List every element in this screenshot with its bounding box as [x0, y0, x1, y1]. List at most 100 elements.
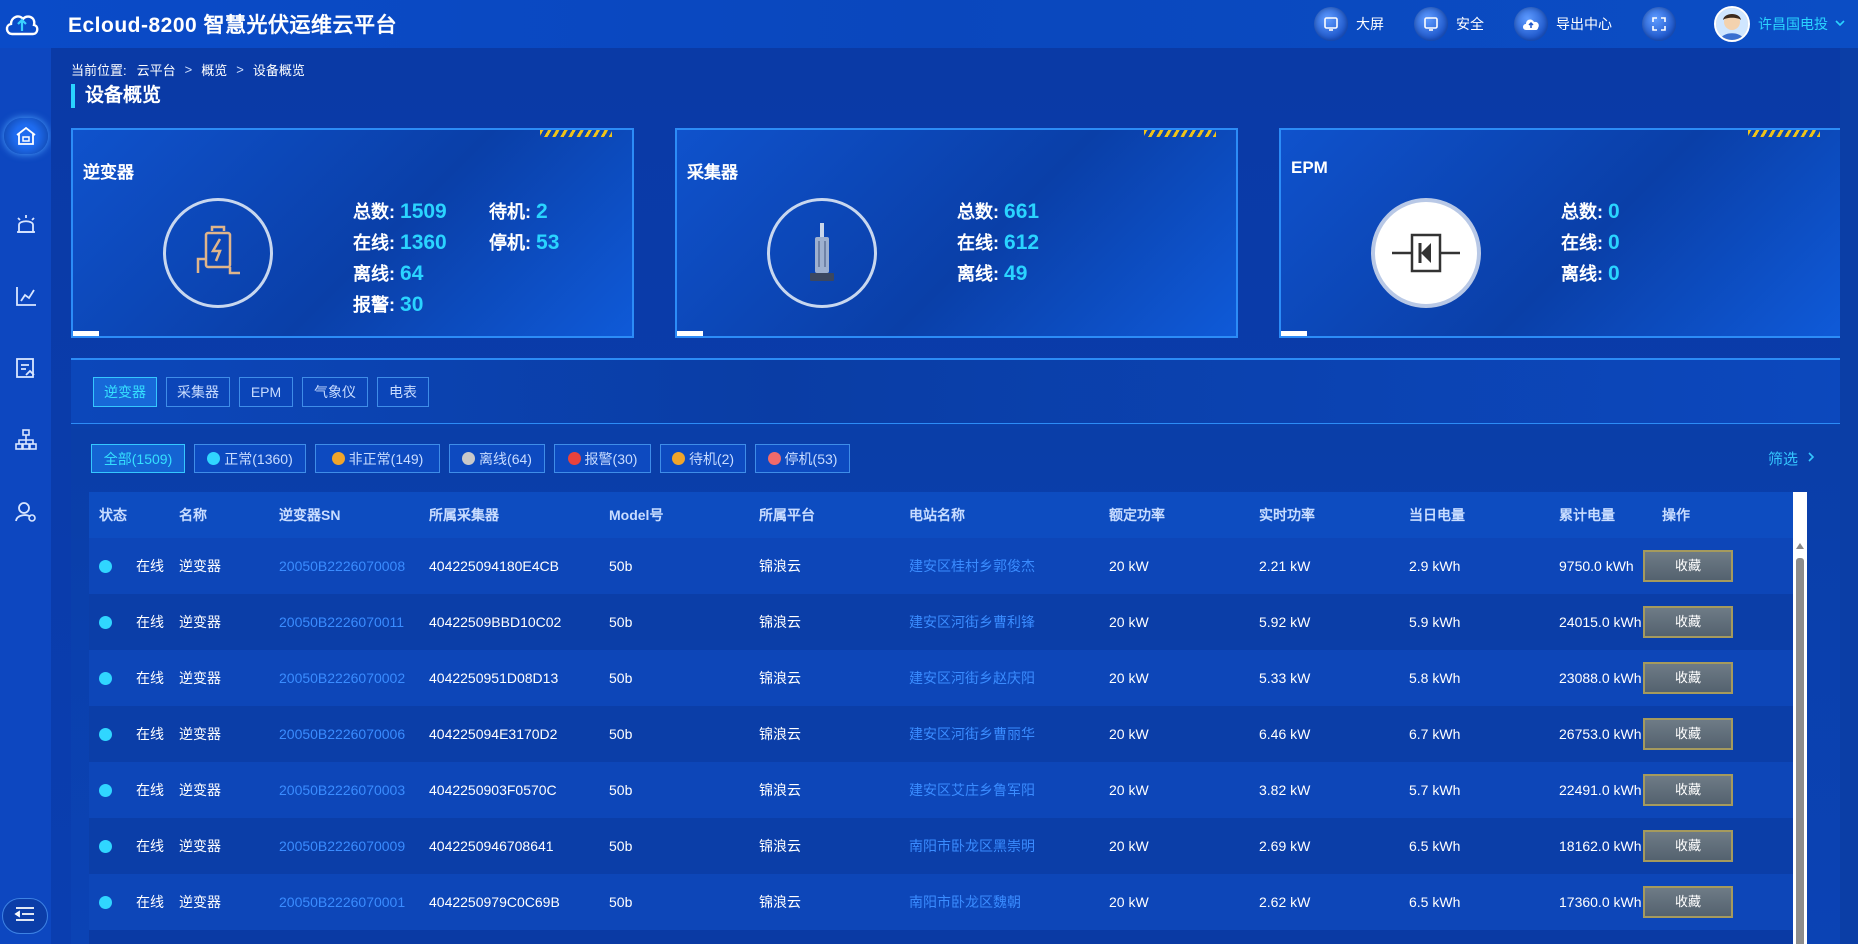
cell-name: 逆变器 [179, 894, 221, 910]
filter-normal[interactable]: 正常(1360) [194, 444, 306, 473]
cell-rated-power: 20 kW [1109, 782, 1149, 798]
cell-station[interactable]: 建安区河街乡赵庆阳 [909, 650, 1035, 706]
tab-weather-station[interactable]: 气象仪 [302, 377, 368, 407]
status-dot [671, 452, 685, 465]
favorite-button[interactable]: 收藏 [1643, 774, 1733, 806]
favorite-button[interactable]: 收藏 [1643, 718, 1733, 750]
cell-sn[interactable]: 20050B2226070008 [279, 538, 405, 594]
fullscreen-button[interactable] [1642, 7, 1684, 41]
breadcrumb-item-overview[interactable]: 概览 [201, 60, 227, 79]
cloud-logo-icon [0, 0, 44, 48]
cell-daily-energy: 2.9 kWh [1409, 558, 1461, 574]
cell-name: 逆变器 [179, 614, 221, 630]
cell-platform: 锦浪云 [759, 670, 801, 686]
cell-sn[interactable]: 20050B2226070001 [279, 874, 405, 930]
bigscreen-button[interactable]: 大屏 [1314, 7, 1384, 41]
cell-realtime-power: 2.21 kW [1259, 558, 1311, 574]
cell-realtime-power: 3.82 kW [1259, 782, 1311, 798]
sidebar [0, 48, 51, 944]
cell-station[interactable]: 建安区艾庄乡鲁军阳 [909, 762, 1035, 818]
bigscreen-label: 大屏 [1356, 16, 1384, 32]
scrollbar-thumb[interactable] [1796, 558, 1804, 944]
th-action: 操作 [1662, 507, 1690, 523]
cell-station[interactable]: 建安区桂村乡郭俊杰 [909, 538, 1035, 594]
breadcrumb-separator: > [184, 62, 193, 77]
cell-daily-energy: 6.5 kWh [1409, 838, 1461, 854]
sidebar-item-analysis[interactable] [0, 278, 51, 318]
sidebar-item-user[interactable] [0, 494, 51, 534]
tab-epm[interactable]: EPM [239, 377, 293, 407]
filter-standby[interactable]: 待机(2) [660, 444, 746, 473]
sidebar-collapse-button[interactable] [2, 898, 48, 934]
cell-station[interactable]: 南阳市卧龙区魏朝 [909, 874, 1021, 930]
cell-sn[interactable]: 20050B2226070006 [279, 706, 405, 762]
filter-all[interactable]: 全部(1509) [91, 444, 185, 473]
table-scrollbar[interactable] [1793, 492, 1807, 944]
cell-station[interactable]: 南阳市卧龙区黑崇明 [909, 818, 1035, 874]
stat-label: 待机: [489, 202, 531, 222]
security-button[interactable]: 安全 [1414, 7, 1484, 41]
filter-alarm[interactable]: 报警(30) [554, 444, 651, 473]
th-rated-power: 额定功率 [1109, 507, 1165, 523]
stat-label: 停机: [489, 233, 531, 253]
favorite-button[interactable]: 收藏 [1643, 886, 1733, 918]
tab-collector[interactable]: 采集器 [166, 377, 230, 407]
cell-collector: 404225094E3170D2 [429, 726, 558, 742]
cell-daily-energy: 5.8 kWh [1409, 670, 1461, 686]
card-title: EPM [1291, 158, 1328, 177]
cell-sn[interactable]: 20050B2226070002 [279, 650, 405, 706]
user-menu[interactable]: 许昌国电投 [1714, 6, 1846, 42]
sidebar-item-organization[interactable] [0, 422, 51, 462]
cell-model: 50b [609, 614, 633, 630]
table-row: 在线 逆变器 20050B2226070009 4042250946708641 50b… [89, 818, 1807, 874]
tab-meter[interactable]: 电表 [377, 377, 429, 407]
cell-station[interactable]: 建安区河街乡曹丽华 [909, 706, 1035, 762]
sidebar-item-home[interactable] [0, 116, 51, 156]
tab-inverter[interactable]: 逆变器 [93, 377, 157, 407]
stat-value: 49 [1004, 262, 1028, 285]
filter-label: 全部(1509) [103, 450, 173, 467]
cell-sn[interactable]: 20050B2226070009 [279, 818, 405, 874]
card-title: 采集器 [687, 163, 738, 182]
filter-stopped[interactable]: 停机(53) [755, 444, 850, 473]
th-status: 状态 [99, 507, 127, 523]
stat-online: 在线: 612 [957, 229, 1039, 255]
sidebar-item-alarm[interactable] [0, 206, 51, 246]
filter-abnormal[interactable]: 非正常(149) [315, 444, 440, 473]
screen-button[interactable]: 筛选 [1768, 448, 1816, 469]
collector-icon [767, 198, 877, 308]
cell-sn[interactable]: 20050B2226070003 [279, 762, 405, 818]
stat-offline: 离线: 0 [1561, 260, 1620, 286]
favorite-button[interactable]: 收藏 [1643, 830, 1733, 862]
cell-rated-power: 20 kW [1109, 614, 1149, 630]
cell-sn[interactable]: 20050B2226070011 [279, 594, 404, 650]
stat-standby: 待机: 2 [489, 198, 548, 224]
cell-daily-energy: 5.7 kWh [1409, 782, 1461, 798]
favorite-button[interactable]: 收藏 [1643, 662, 1733, 694]
cell-model: 50b [609, 726, 633, 742]
stat-label: 离线: [353, 264, 395, 284]
collector-summary-card: 采集器 总数: 661 在线: 612 离线: 49 [675, 128, 1238, 338]
cell-status: 在线 [136, 614, 164, 630]
table-row: 在线 逆变器 20050B2226070002 4042250951D08D13 50b… [89, 650, 1807, 706]
filter-offline[interactable]: 离线(64) [449, 444, 545, 473]
filter-label: 停机(53) [784, 450, 838, 467]
cell-status: 在线 [136, 838, 164, 854]
status-dot [331, 452, 345, 465]
inverter-summary-card: 逆变器 总数: 1509 待机: 2 在线: 1360 停机: 53 离线: 6… [71, 128, 634, 338]
cell-daily-energy: 5.9 kWh [1409, 614, 1461, 630]
breadcrumb-item-cloud[interactable]: 云平台 [137, 60, 176, 79]
user-name: 许昌国电投 [1758, 16, 1828, 32]
favorite-button[interactable]: 收藏 [1643, 550, 1733, 582]
page-scrollbar[interactable] [1840, 48, 1858, 944]
th-daily-energy: 当日电量 [1409, 507, 1465, 523]
cell-station[interactable]: 建安区河街乡曹利锋 [909, 594, 1035, 650]
org-tree-icon [14, 428, 38, 456]
export-center-label: 导出中心 [1556, 16, 1612, 32]
sidebar-item-report[interactable] [0, 350, 51, 390]
export-center-button[interactable]: 导出中心 [1514, 7, 1612, 41]
cell-status: 在线 [136, 782, 164, 798]
favorite-button[interactable]: 收藏 [1643, 606, 1733, 638]
online-status-dot [99, 784, 112, 797]
stat-value: 64 [400, 262, 424, 285]
